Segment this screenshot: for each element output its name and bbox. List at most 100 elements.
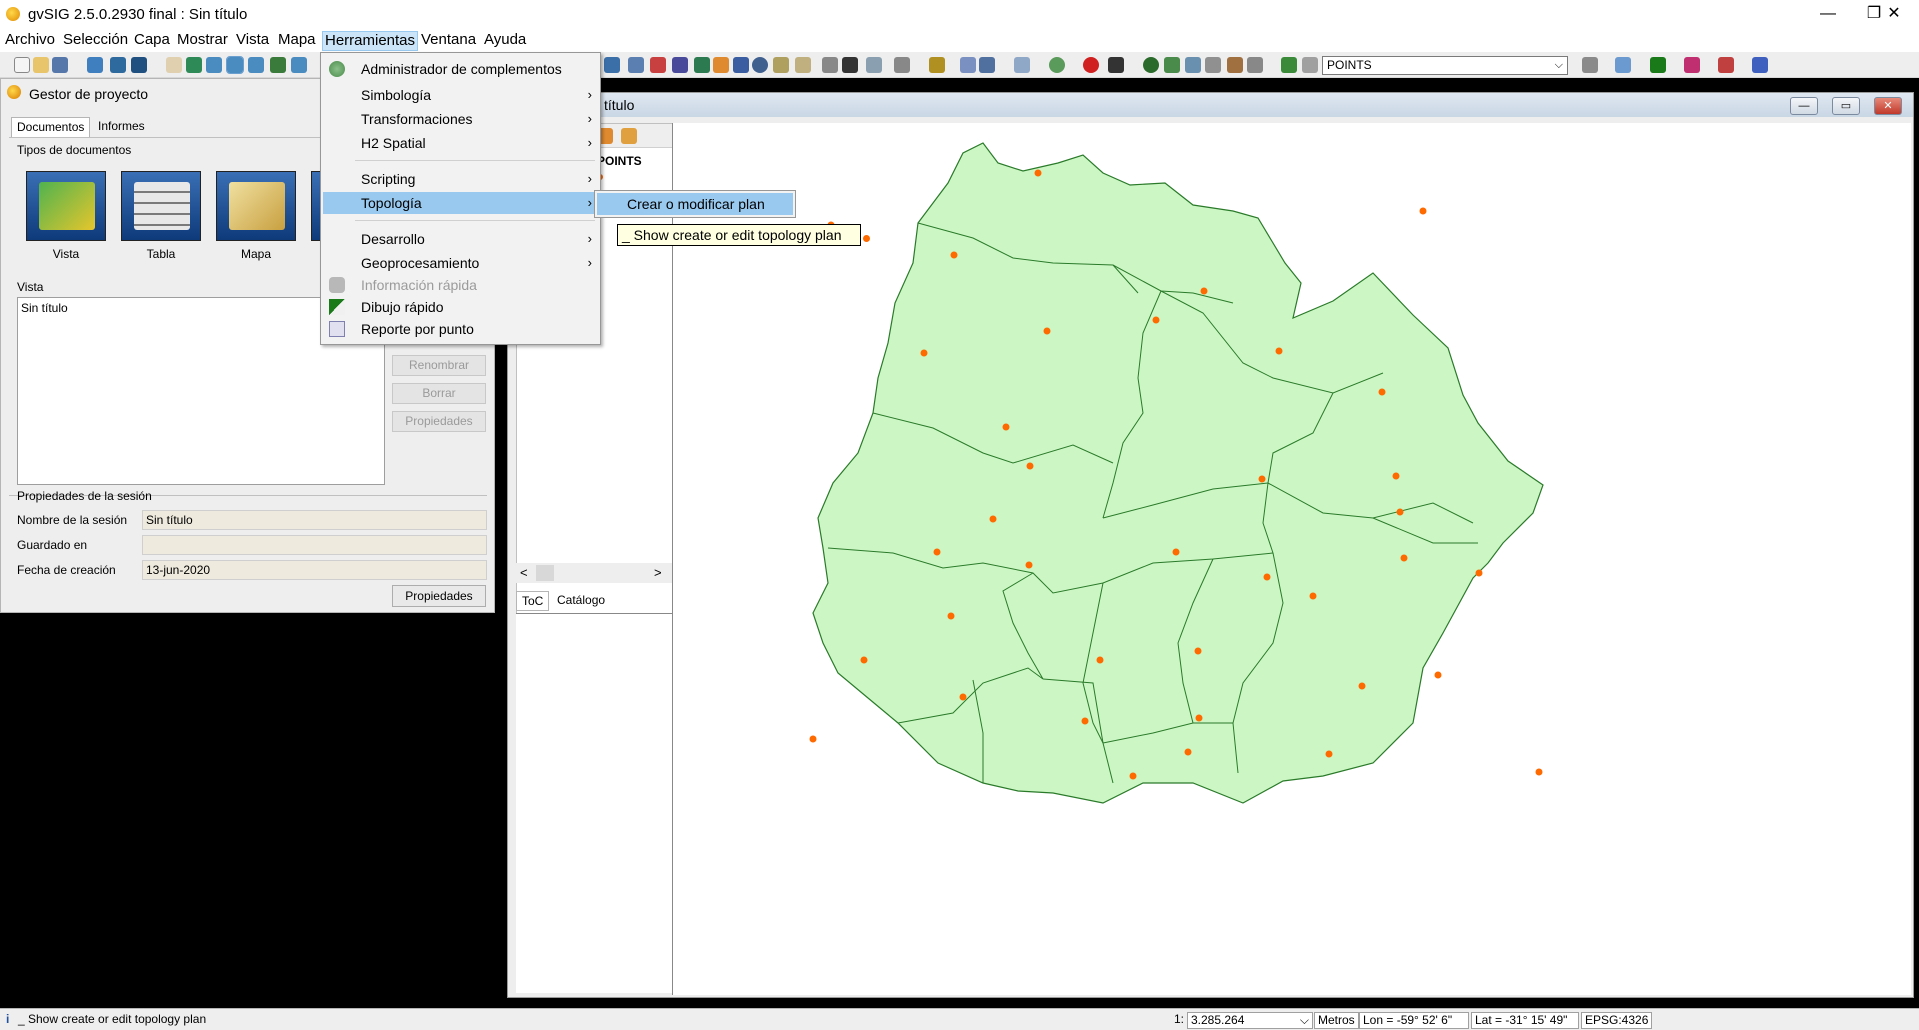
doc-type-vista[interactable]: Vista [26,171,106,261]
options-icon[interactable] [1582,57,1598,73]
point-marker[interactable] [1096,656,1104,664]
toc-horizontal-scrollbar[interactable]: < > [516,563,674,583]
doc-type-tabla[interactable]: Tabla [121,171,201,261]
new-file-icon[interactable] [14,57,30,73]
point-marker[interactable] [920,349,928,357]
created-field[interactable]: 13-jun-2020 [142,560,487,580]
uruguay-departments[interactable] [812,142,1544,804]
point-marker[interactable] [1129,772,1137,780]
world-icon[interactable] [1143,57,1159,73]
point-marker[interactable] [809,735,817,743]
editing-icon[interactable] [1281,57,1297,73]
layers-icon[interactable] [270,57,286,73]
point-marker[interactable] [1378,388,1386,396]
point-marker[interactable] [1325,750,1333,758]
tab-catalogo[interactable]: Catálogo [552,591,610,611]
point-marker[interactable] [1081,717,1089,725]
point-marker[interactable] [1195,714,1203,722]
menu-item-informacion-rapida[interactable]: Información rápida [323,274,598,296]
point-marker[interactable] [1400,554,1408,562]
point-marker[interactable] [1434,671,1442,679]
edit-icon[interactable] [1227,57,1243,73]
menu-item-transformaciones[interactable]: Transformaciones › [323,108,598,130]
grid-icon[interactable] [1014,57,1030,73]
globe-icon[interactable] [752,57,768,73]
menu-item-reporte-por-punto[interactable]: Reporte por punto [323,318,598,340]
session-name-field[interactable]: Sin título [142,510,487,530]
download-icon[interactable] [131,57,147,73]
point-marker[interactable] [1275,347,1283,355]
menu-mostrar[interactable]: Mostrar [175,31,230,51]
add-layer-icon[interactable] [87,57,103,73]
menu-ayuda[interactable]: Ayuda [482,31,528,51]
menu-item-geoprocesamiento[interactable]: Geoprocesamiento › [323,252,598,274]
point-marker[interactable] [1309,592,1317,600]
select-circle-icon[interactable] [650,57,666,73]
export-icon[interactable] [110,57,126,73]
view-minimize-button[interactable]: — [1790,97,1818,115]
menu-ventana[interactable]: Ventana [419,31,478,51]
delete-button[interactable]: Borrar [392,383,486,404]
point-marker[interactable] [1358,682,1366,690]
zoom-layer-icon[interactable] [206,57,222,73]
zoom-full-icon[interactable] [186,57,202,73]
edit-geometry-icon[interactable] [894,57,910,73]
table-icon[interactable] [822,57,838,73]
point-marker[interactable] [1172,548,1180,556]
crosshair-icon[interactable] [1684,57,1700,73]
point-marker[interactable] [1194,647,1202,655]
save-icon[interactable] [52,57,68,73]
settings-icon[interactable] [1049,57,1065,73]
toc-layer-name[interactable]: POINTS [597,154,642,168]
scroll-thumb[interactable] [536,565,554,581]
zoom-out-icon[interactable] [248,57,264,73]
invert-selection-icon[interactable] [773,57,789,73]
point-marker[interactable] [989,515,997,523]
point-marker[interactable] [959,693,967,701]
point-marker[interactable] [1043,327,1051,335]
point-marker[interactable] [1200,287,1208,295]
point-marker[interactable] [1419,207,1427,215]
point-marker[interactable] [1002,423,1010,431]
print-icon[interactable] [1205,57,1221,73]
tab-toc[interactable]: ToC [516,591,550,611]
tab-documentos[interactable]: Documentos [11,117,91,137]
select-by-attribute-icon[interactable] [713,57,729,73]
node-icon[interactable] [929,57,945,73]
point-marker[interactable] [1475,569,1483,577]
point-marker[interactable] [863,235,870,242]
saved-in-field[interactable] [142,535,487,555]
layer-select[interactable]: POINTS ⌵ [1322,56,1568,75]
menu-item-plugin-manager[interactable]: Administrador de complementos [323,58,598,80]
map-canvas[interactable] [672,123,1911,995]
menu-vista[interactable]: Vista [234,31,271,51]
layer-icon[interactable] [1302,57,1318,73]
point-marker[interactable] [1026,462,1034,470]
menu-item-desarrollo[interactable]: Desarrollo › [323,228,598,250]
menu-item-topologia[interactable]: Topología › [323,192,598,214]
menu-item-h2-spatial[interactable]: H2 Spatial › [323,132,598,154]
view-close-button[interactable]: ✕ [1874,97,1902,115]
point-report-icon[interactable] [1718,57,1734,73]
point-marker[interactable] [947,612,955,620]
select-layer-icon[interactable] [694,57,710,73]
menu-capa[interactable]: Capa [132,31,172,51]
info-search-icon[interactable] [979,57,995,73]
user-icon[interactable] [1615,57,1631,73]
point-marker[interactable] [860,656,868,664]
point-marker[interactable] [1258,475,1266,483]
rename-button[interactable]: Renombrar [392,355,486,376]
point-marker[interactable] [1263,573,1271,581]
pan-hand-icon[interactable] [166,57,182,73]
point-marker[interactable] [1392,472,1400,480]
select-area-icon[interactable] [628,57,644,73]
chart-icon[interactable] [1752,57,1768,73]
zoom-in-icon[interactable] [226,56,244,74]
monitor-icon[interactable] [1247,57,1263,73]
zoom-select-icon[interactable] [291,57,307,73]
point-marker[interactable] [1034,169,1042,177]
measure-icon[interactable] [866,57,882,73]
tools-icon[interactable] [1108,57,1124,73]
menu-archivo[interactable]: Archivo [3,31,57,51]
point-marker[interactable] [933,548,941,556]
